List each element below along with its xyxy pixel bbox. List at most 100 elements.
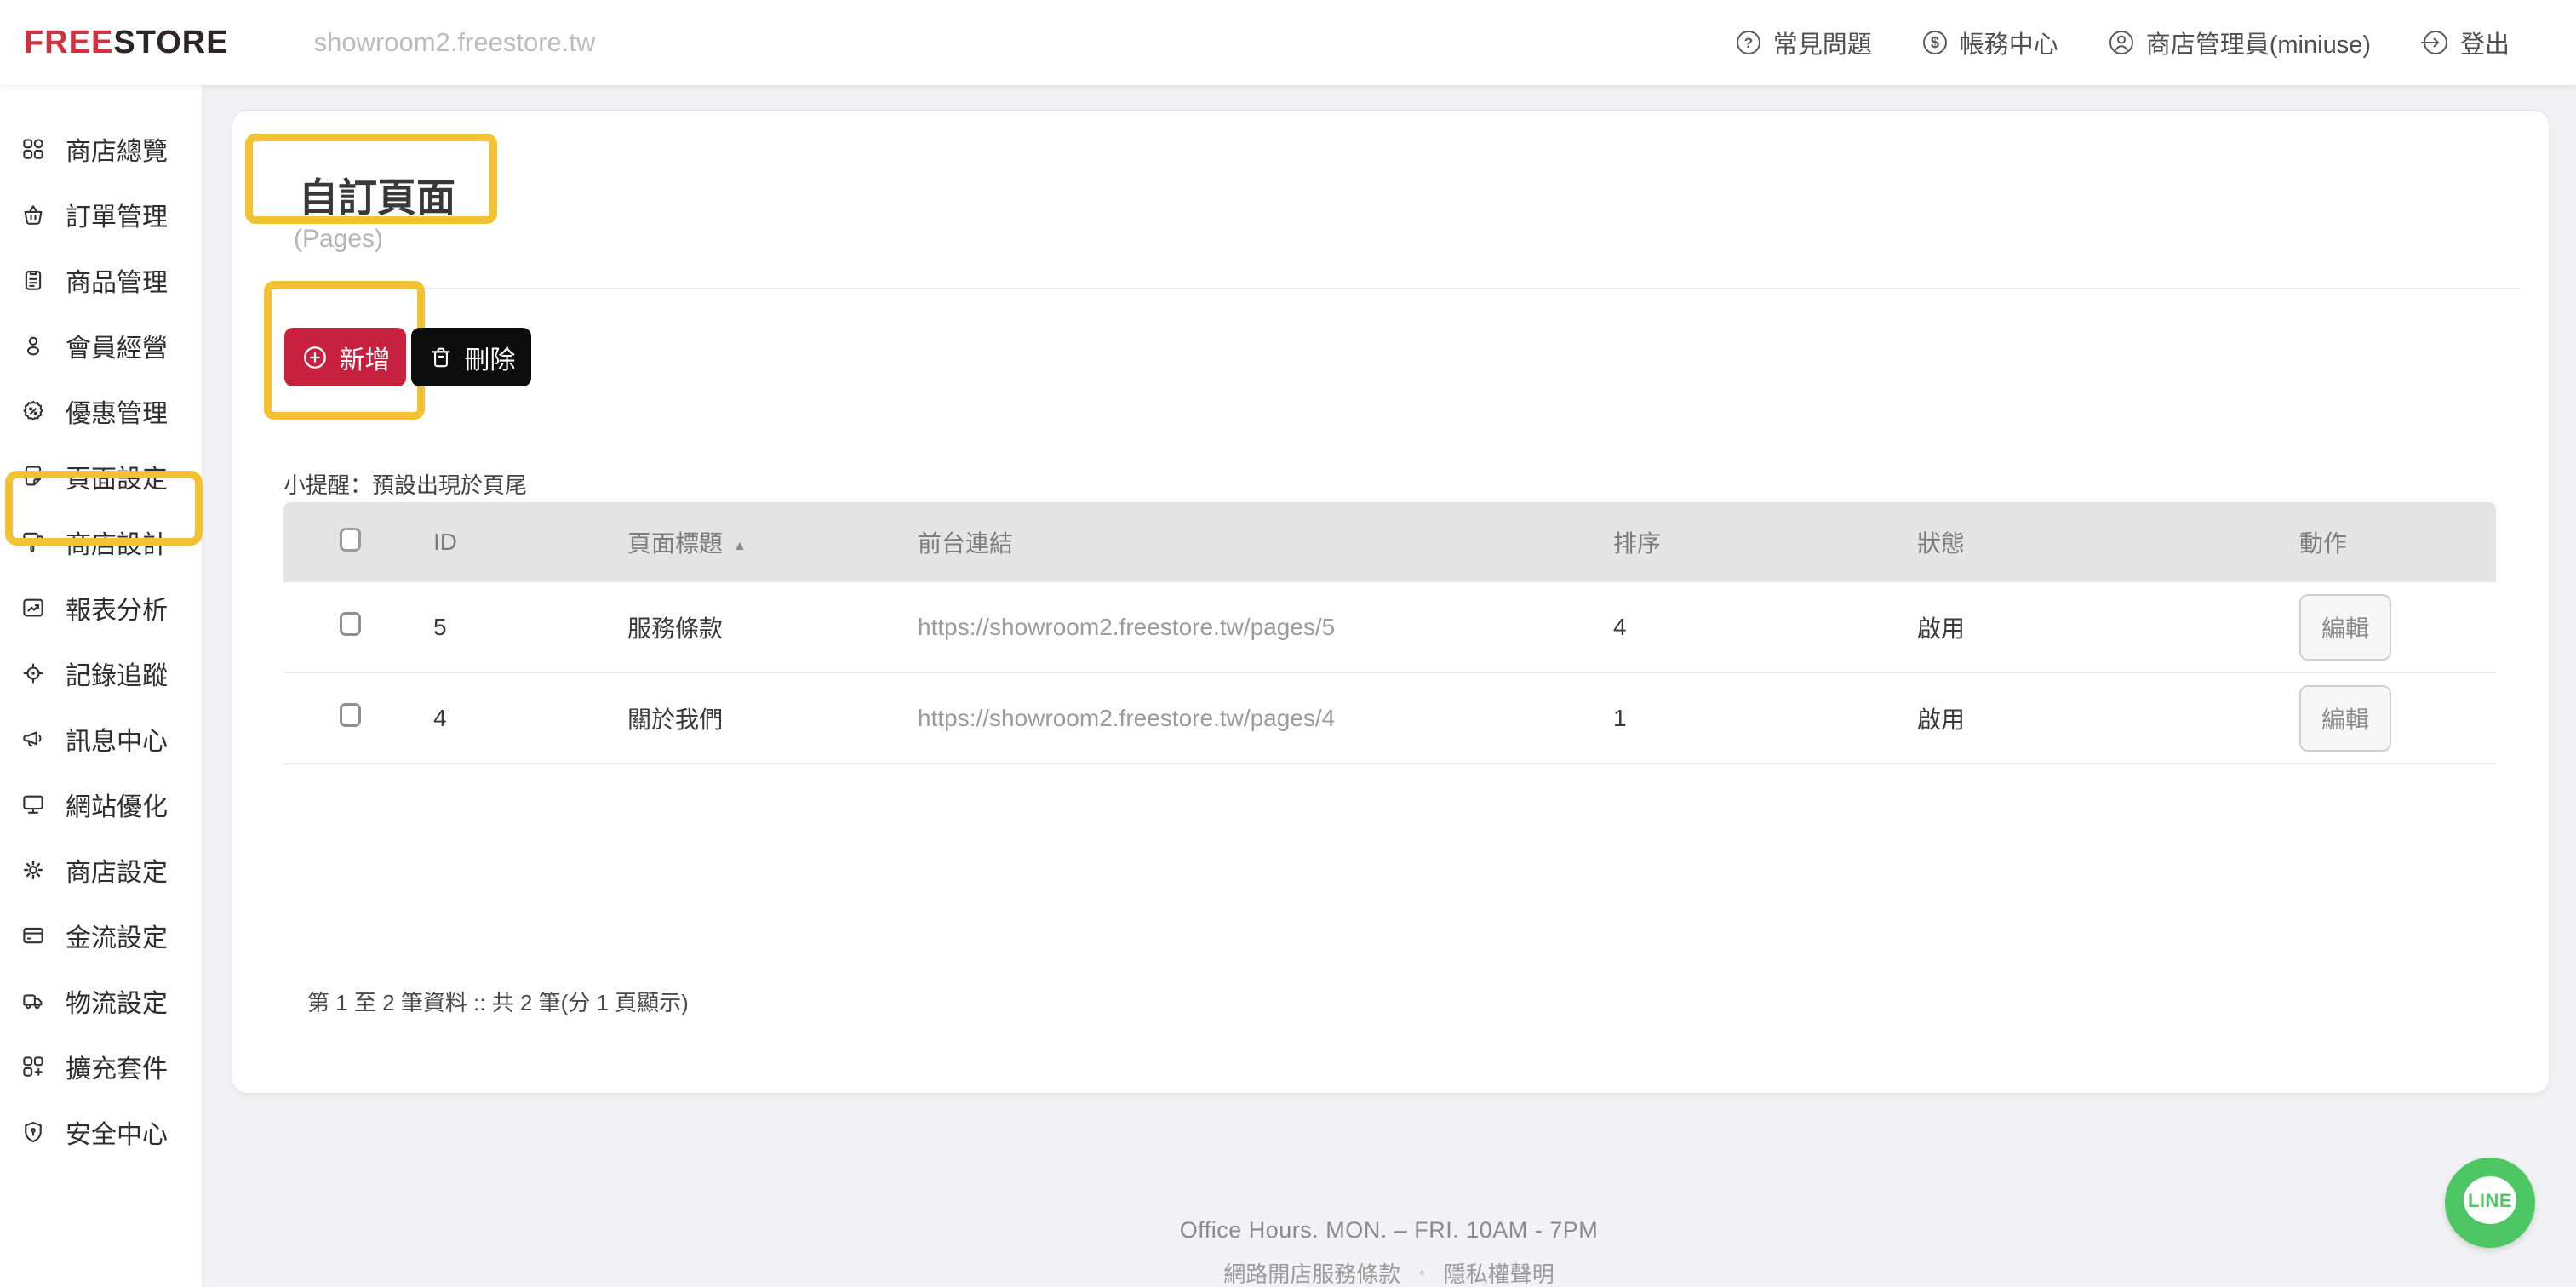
- logo-store: STORE: [113, 24, 229, 60]
- logout-icon: [2420, 29, 2449, 56]
- sidebar-item-store-overview[interactable]: 商店總覽: [0, 116, 202, 181]
- cell-status: 啟用: [1917, 615, 1966, 642]
- credit-card-icon: [23, 927, 43, 943]
- header-sort: 排序: [1613, 530, 1662, 557]
- sidebar-item-security-center[interactable]: 安全中心: [0, 1099, 202, 1164]
- account-label: 商店管理員(miniuse): [2145, 31, 2371, 59]
- sidebar-item-payment-settings[interactable]: 金流設定: [0, 902, 202, 968]
- privacy-link[interactable]: 隱私權聲明: [1444, 1257, 1554, 1287]
- sidebar-item-label: 金流設定: [66, 924, 168, 952]
- sidebar-item-label: 安全中心: [66, 1120, 168, 1149]
- monitor-icon: [23, 795, 43, 814]
- dollar-icon: $: [1921, 29, 1949, 56]
- sidebar-item-label: 報表分析: [66, 596, 168, 625]
- table-header-row: ID 頁面標題 ▲ 前台連結 排序 狀態 動作: [283, 502, 2496, 582]
- sidebar-item-extensions[interactable]: 擴充套件: [0, 1033, 202, 1099]
- logout-label: 登出: [2459, 31, 2510, 59]
- header-page-title-label: 頁面標題: [627, 530, 724, 557]
- sidebar-item-order-management[interactable]: 訂單管理: [0, 181, 202, 247]
- page-footer: Office Hours. MON. – FRI. 10AM - 7PM 網路開…: [202, 1217, 2576, 1287]
- header-page-title[interactable]: 頁面標題 ▲: [627, 525, 918, 559]
- edit-button[interactable]: 編輯: [2299, 684, 2391, 752]
- row-checkbox[interactable]: [340, 703, 361, 727]
- cell-id: 4: [433, 704, 447, 731]
- truck-icon: [23, 993, 43, 1009]
- cell-sort: 1: [1613, 704, 1627, 731]
- store-domain: showroom2.freestore.tw: [313, 27, 596, 57]
- basket-icon: [24, 204, 43, 225]
- sidebar-item-label: 商店總覽: [66, 137, 168, 166]
- sidebar-item-report-analysis[interactable]: 報表分析: [0, 575, 202, 640]
- hint-text: 小提醒：預設出現於頁尾: [283, 472, 528, 498]
- sidebar-item-logistics-settings[interactable]: 物流設定: [0, 968, 202, 1033]
- table-row: 5 服務條款 https://showroom2.freestore.tw/pa…: [283, 582, 2496, 673]
- cell-action: 編輯: [2299, 593, 2496, 661]
- billing-menu-item[interactable]: $ 帳務中心: [1921, 25, 2058, 60]
- header-id: ID: [433, 529, 457, 555]
- sidebar-item-page-settings[interactable]: 頁面設定: [0, 443, 202, 509]
- row-checkbox-cell: [283, 703, 433, 733]
- cell-sort: 4: [1613, 613, 1627, 640]
- paint-roller-icon: [23, 532, 43, 552]
- add-button-label: 新增: [339, 346, 391, 375]
- discount-badge-icon: [23, 400, 43, 420]
- pagination-info: 第 1 至 2 筆資料 :: 共 2 筆(分 1 頁顯示): [307, 990, 689, 1015]
- terms-link[interactable]: 網路開店服務條款: [1223, 1257, 1400, 1287]
- sidebar-item-label: 訊息中心: [66, 727, 168, 756]
- cell-page-title: 服務條款: [627, 615, 724, 642]
- sidebar-item-store-design[interactable]: 商店設計: [0, 509, 202, 575]
- line-chat-button[interactable]: LINE: [2445, 1158, 2535, 1248]
- cell-link[interactable]: https://showroom2.freestore.tw/pages/5: [918, 614, 1613, 641]
- cell-page-title: 關於我們: [627, 706, 724, 733]
- sort-asc-icon[interactable]: ▲: [733, 539, 747, 554]
- freestore-logo[interactable]: FREESTORE: [24, 25, 229, 61]
- pages-table: ID 頁面標題 ▲ 前台連結 排序 狀態 動作 5 服務條款 https://sh…: [283, 502, 2496, 764]
- header-checkbox-cell: [283, 527, 433, 558]
- sidebar-item-product-management[interactable]: 商品管理: [0, 247, 202, 312]
- footer-links: 網路開店服務條款 ◦ 隱私權聲明: [202, 1257, 2576, 1287]
- logo-free: FREE: [24, 24, 114, 60]
- sidebar-item-store-settings[interactable]: 商店設定: [0, 837, 202, 902]
- user-icon: [26, 336, 40, 355]
- sidebar-item-member-management[interactable]: 會員經營: [0, 312, 202, 378]
- faq-label: 常見問題: [1772, 31, 1872, 59]
- sidebar-item-website-optimization[interactable]: 網站優化: [0, 771, 202, 837]
- sidebar-item-label: 擴充套件: [66, 1055, 168, 1084]
- help-icon: ?: [1735, 29, 1762, 56]
- sidebar-item-label: 訂單管理: [66, 203, 168, 232]
- delete-button[interactable]: 刪除: [411, 328, 531, 386]
- top-header: FREESTORE showroom2.freestore.tw ? 常見問題 …: [0, 0, 2576, 85]
- sidebar-item-label: 物流設定: [66, 989, 168, 1018]
- billing-label: 帳務中心: [1959, 31, 2058, 59]
- section-divider: [283, 288, 2521, 289]
- trash-icon: [432, 347, 449, 367]
- sidebar: 商店總覽 訂單管理 商品管理 會員經營 優惠管理 頁面設定 商店設計 報表分析 …: [0, 85, 203, 1287]
- shield-icon: [25, 1121, 42, 1142]
- edit-button[interactable]: 編輯: [2299, 593, 2391, 661]
- grid-icon: [23, 138, 43, 159]
- svg-text:$: $: [1931, 34, 1939, 51]
- header-link: 前台連結: [918, 530, 1014, 557]
- sidebar-item-label: 記錄追蹤: [66, 661, 168, 690]
- top-nav: ? 常見問題 $ 帳務中心 商店管理員(miniuse) 登出: [1735, 25, 2510, 60]
- select-all-checkbox[interactable]: [340, 527, 361, 552]
- extensions-icon: [23, 1055, 43, 1077]
- app-root: FREESTORE showroom2.freestore.tw ? 常見問題 …: [0, 0, 2576, 1287]
- account-menu-item[interactable]: 商店管理員(miniuse): [2108, 25, 2371, 60]
- faq-menu-item[interactable]: ? 常見問題: [1735, 25, 1872, 60]
- main-content-card: 自訂頁面 (Pages) 新增 刪除 小提醒：預設出現於頁尾 ID 頁面標題 ▲ …: [232, 110, 2550, 1094]
- sidebar-item-label: 商店設計: [66, 530, 168, 559]
- sidebar-item-promotion-management[interactable]: 優惠管理: [0, 378, 202, 443]
- sidebar-item-record-tracking[interactable]: 記錄追蹤: [0, 640, 202, 706]
- gear-icon: [24, 860, 43, 879]
- sidebar-item-message-center[interactable]: 訊息中心: [0, 706, 202, 771]
- header-action: 動作: [2299, 530, 2348, 557]
- page-icon: [25, 465, 42, 485]
- add-button[interactable]: 新增: [284, 328, 406, 386]
- cell-link[interactable]: https://showroom2.freestore.tw/pages/4: [918, 705, 1613, 732]
- line-icon: LINE: [2464, 1176, 2516, 1224]
- page-title: 自訂頁面: [299, 175, 455, 220]
- row-checkbox[interactable]: [340, 612, 361, 636]
- logout-menu-item[interactable]: 登出: [2420, 25, 2510, 60]
- plus-circle-icon: [303, 346, 326, 369]
